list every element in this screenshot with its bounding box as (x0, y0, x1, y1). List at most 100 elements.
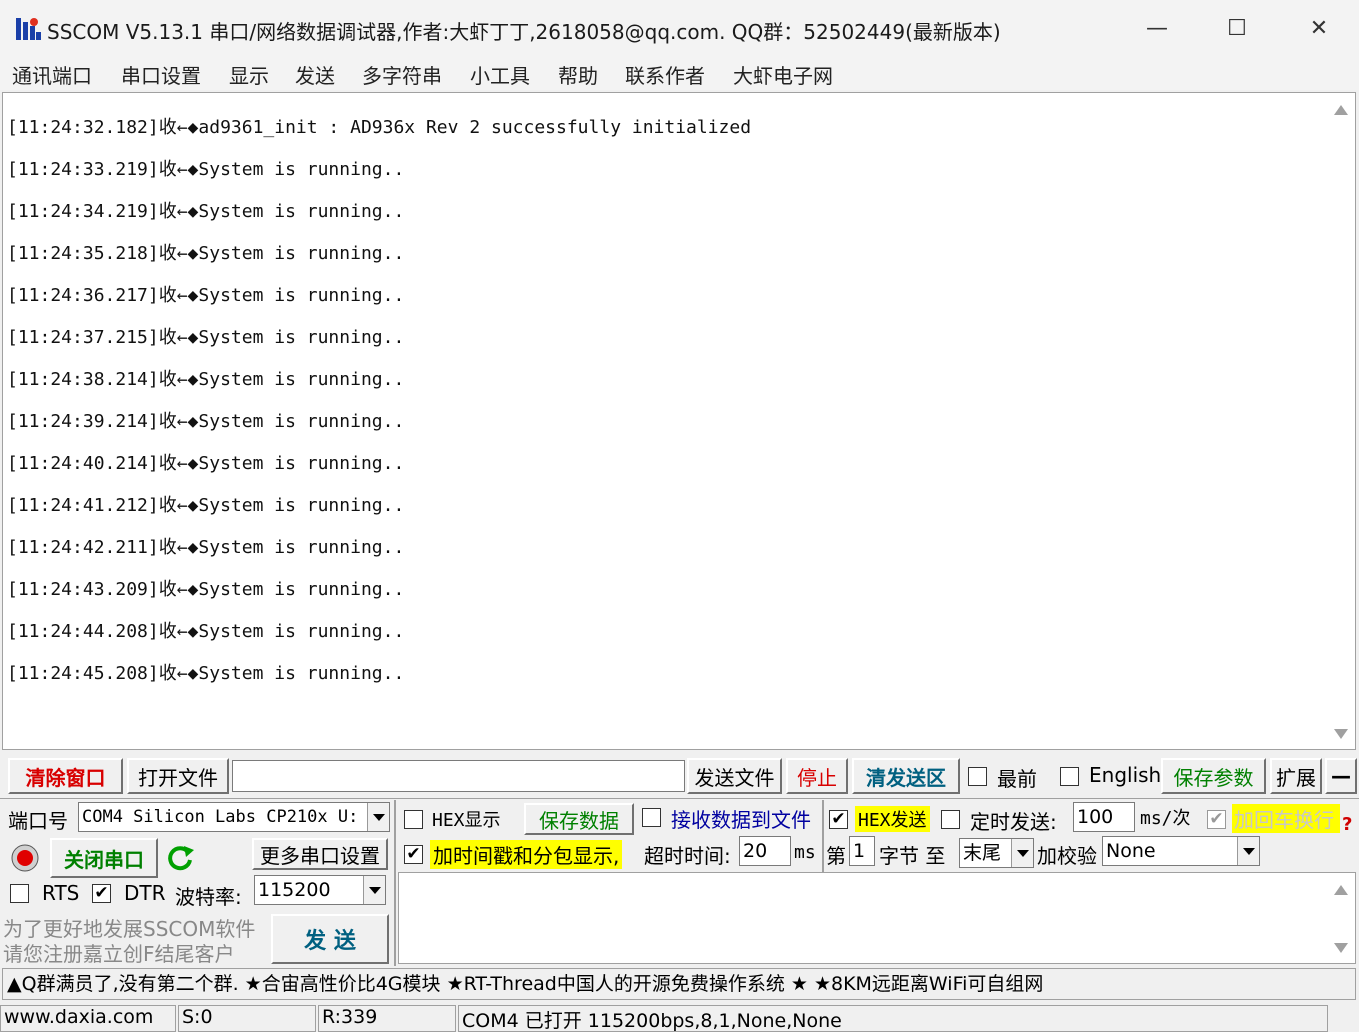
checksum-select[interactable]: None (1102, 836, 1260, 866)
file-path-input[interactable] (232, 760, 685, 792)
checksum-label: 加校验 (1037, 844, 1097, 868)
chevron-down-icon[interactable] (1237, 837, 1259, 865)
send-file-button[interactable]: 发送文件 (687, 758, 782, 794)
receive-line: [11:24:41.212]收←◆System is running.. (7, 495, 405, 516)
panel-divider (394, 800, 396, 966)
hex-send-label: HEX发送 (855, 806, 930, 832)
scroll-down-arrow-icon[interactable] (1334, 729, 1348, 739)
menu-contact-author[interactable]: 联系作者 (625, 60, 705, 89)
menu-tools[interactable]: 小工具 (470, 60, 530, 89)
baud-rate-value: 115200 (258, 879, 331, 901)
timed-send-label: 定时发送: (970, 810, 1057, 834)
chevron-down-icon[interactable] (367, 803, 389, 831)
open-file-button[interactable]: 打开文件 (127, 758, 229, 794)
chevron-down-icon[interactable] (363, 876, 385, 904)
receive-line: [11:24:42.211]收←◆System is running.. (7, 537, 405, 558)
close-port-button[interactable]: 关闭串口 (50, 838, 158, 878)
recv-to-file-label[interactable]: 接收数据到文件 (671, 804, 811, 833)
save-params-button[interactable]: 保存参数 (1161, 758, 1266, 794)
menu-comm-port[interactable]: 通讯端口 (12, 60, 92, 89)
receive-line: [11:24:45.208]收←◆System is running.. (7, 663, 405, 684)
timed-send-checkbox[interactable] (941, 810, 960, 829)
receive-scrollbar[interactable] (1327, 93, 1355, 749)
menu-help[interactable]: 帮助 (558, 60, 598, 89)
scroll-up-arrow-icon[interactable] (1334, 105, 1348, 115)
english-checkbox[interactable] (1060, 767, 1079, 786)
timeout-label: 超时时间: (644, 844, 731, 868)
receive-line: [11:24:33.219]收←◆System is running.. (7, 159, 405, 180)
menu-serial-settings[interactable]: 串口设置 (121, 60, 201, 89)
receive-line: [11:24:43.209]收←◆System is running.. (7, 579, 405, 600)
receive-line: [11:24:36.217]收←◆System is running.. (7, 285, 405, 306)
receive-line: [11:24:37.215]收←◆System is running.. (7, 327, 405, 348)
hex-display-label: HEX显示 (432, 810, 501, 831)
receive-line: [11:24:39.214]收←◆System is running.. (7, 411, 405, 432)
nth-label: 第 (826, 844, 846, 868)
port-status-led-icon (11, 844, 39, 872)
status-website[interactable]: www.daxia.com (0, 1005, 176, 1032)
nth-byte-input[interactable]: 1 (849, 836, 875, 866)
byte-to-label: 字节 至 (879, 844, 946, 868)
status-sent-count: S:0 (178, 1005, 316, 1032)
title-bar: SSCOM V5.13.1 串口/网络数据调试器,作者:大虾丁丁,2618058… (0, 0, 1359, 56)
menu-multi-string[interactable]: 多字符串 (362, 60, 442, 89)
receive-log: [11:24:32.182]收←◆ad9361_init : AD936x Re… (7, 111, 751, 699)
more-serial-settings-button[interactable]: 更多串口设置 (252, 838, 388, 870)
receive-line: [11:24:34.219]收←◆System is running.. (7, 201, 405, 222)
maximize-button[interactable]: ☐ (1197, 0, 1277, 56)
receive-line: [11:24:38.214]收←◆System is running.. (7, 369, 405, 390)
receive-line: [11:24:44.208]收←◆System is running.. (7, 621, 405, 642)
port-select[interactable]: COM4 Silicon Labs CP210x U: (78, 802, 390, 832)
scroll-down-arrow-icon[interactable] (1334, 943, 1348, 953)
port-label: 端口号 (8, 809, 68, 833)
hex-display-checkbox[interactable] (404, 810, 423, 829)
english-label: English (1089, 763, 1162, 787)
append-crlf-label: 加回车换行 (1232, 804, 1340, 833)
chevron-down-icon[interactable] (1011, 839, 1033, 867)
receive-area[interactable]: [11:24:32.182]收←◆ad9361_init : AD936x Re… (2, 92, 1356, 750)
send-scrollbar[interactable] (1327, 873, 1355, 963)
refresh-icon[interactable] (166, 843, 196, 873)
menu-bar: 通讯端口 串口设置 显示 发送 多字符串 小工具 帮助 联系作者 大虾电子网 (0, 56, 1359, 90)
close-button[interactable]: ✕ (1279, 0, 1359, 56)
stop-button[interactable]: 停止 (786, 758, 848, 794)
dtr-label: DTR (124, 881, 166, 905)
scroll-up-arrow-icon[interactable] (1334, 885, 1348, 895)
recv-to-file-checkbox[interactable] (642, 808, 661, 827)
interval-unit-label: ms/次 (1140, 808, 1191, 829)
minimize-button[interactable]: — (1117, 0, 1197, 56)
interval-input[interactable]: 100 (1073, 802, 1135, 832)
timestamp-checkbox[interactable]: ✔ (404, 845, 423, 864)
collapse-button[interactable]: — (1325, 758, 1357, 794)
send-text-area[interactable] (398, 872, 1356, 964)
promo-line-2: 请您注册嘉立创F结尾客户 (3, 942, 235, 966)
end-select-value: 末尾 (963, 842, 1002, 864)
window-title: SSCOM V5.13.1 串口/网络数据调试器,作者:大虾丁丁,2618058… (47, 20, 1001, 44)
send-button[interactable]: 发 送 (271, 914, 389, 964)
port-select-value: COM4 Silicon Labs CP210x U: (82, 807, 359, 827)
status-port-state: COM4 已打开 115200bps,8,1,None,None (458, 1005, 1328, 1032)
timestamp-label: 加时间戳和分包显示, (430, 840, 623, 869)
timeout-input[interactable]: 20 (739, 836, 791, 866)
menu-display[interactable]: 显示 (229, 60, 269, 89)
menu-send[interactable]: 发送 (295, 60, 335, 89)
options-divider (822, 800, 824, 872)
divider (0, 798, 1359, 799)
menu-daxia-website[interactable]: 大虾电子网 (733, 60, 833, 89)
end-select[interactable]: 末尾 (959, 838, 1034, 868)
rts-checkbox[interactable] (10, 884, 29, 903)
rts-label: RTS (42, 881, 80, 905)
checksum-select-value: None (1106, 840, 1156, 862)
hex-send-checkbox[interactable]: ✔ (829, 810, 848, 829)
news-ticker[interactable]: ▲Q群满员了,没有第二个群. ★合宙高性价比4G模块 ★RT-Thread中国人… (2, 968, 1356, 1000)
topmost-checkbox[interactable] (968, 767, 987, 786)
clear-send-area-button[interactable]: 清发送区 (852, 758, 960, 794)
help-question-icon[interactable]: ? (1342, 814, 1352, 835)
expand-button[interactable]: 扩展 (1270, 758, 1322, 794)
clear-window-button[interactable]: 清除窗口 (8, 758, 123, 794)
save-data-button[interactable]: 保存数据 (524, 803, 634, 835)
dtr-checkbox[interactable]: ✔ (92, 884, 111, 903)
sscom-app-icon (16, 18, 41, 40)
baud-rate-select[interactable]: 115200 (254, 875, 386, 905)
append-crlf-checkbox[interactable]: ✔ (1207, 810, 1226, 829)
